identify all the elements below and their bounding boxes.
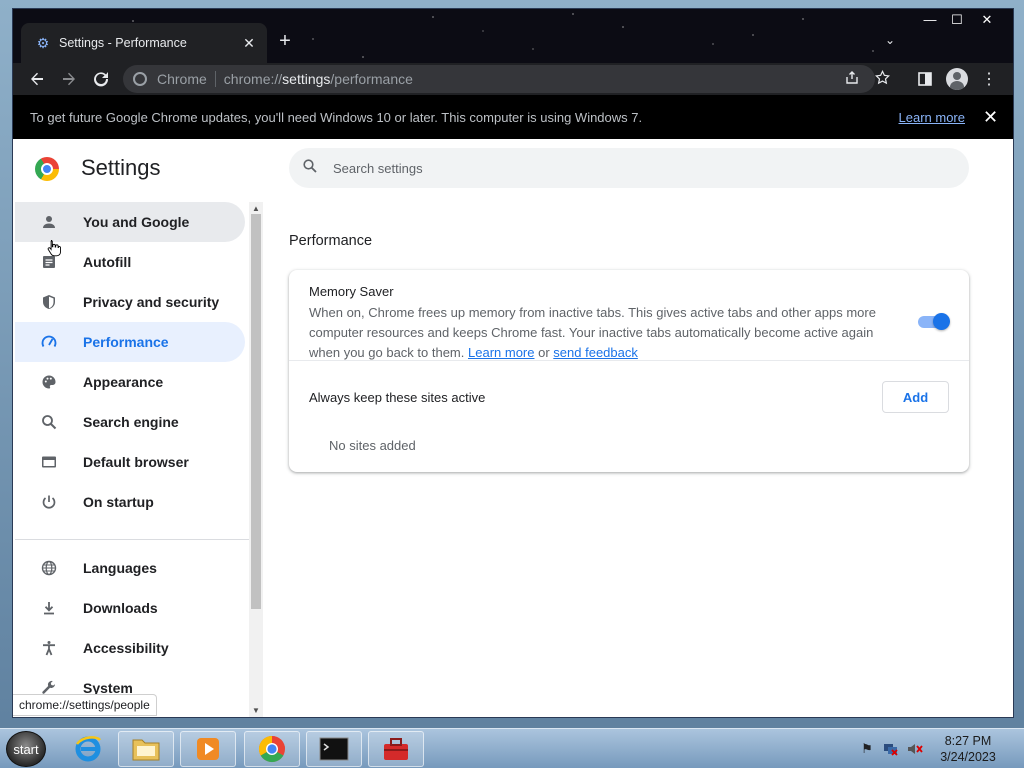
- new-tab-button[interactable]: +: [275, 31, 295, 51]
- memory-saver-title: Memory Saver: [309, 284, 394, 299]
- sidebar-item-on-startup[interactable]: On startup: [15, 482, 245, 522]
- sidebar-divider: [15, 539, 249, 540]
- send-feedback-link[interactable]: send feedback: [553, 345, 638, 360]
- scroll-up-arrow-icon[interactable]: ▲: [249, 204, 263, 213]
- browser-toolbar: Chrome chrome://settings/performance ⋮: [13, 63, 1013, 95]
- sidebar-item-you-and-google[interactable]: You and Google: [15, 202, 245, 242]
- power-icon: [39, 492, 59, 512]
- palette-icon: [39, 372, 59, 392]
- network-icon[interactable]: [883, 741, 899, 757]
- scroll-down-arrow-icon[interactable]: ▼: [249, 706, 263, 715]
- card-divider: [289, 360, 969, 361]
- sidebar-item-label: Search engine: [83, 414, 179, 430]
- chrome-logo: [35, 157, 59, 181]
- section-title: Performance: [289, 233, 373, 249]
- search-icon: [303, 159, 321, 177]
- accessibility-icon: [39, 638, 59, 658]
- infobar-learn-more-link[interactable]: Learn more: [899, 110, 965, 125]
- gear-icon: ⚙: [36, 35, 50, 51]
- internet-explorer-icon[interactable]: [60, 731, 116, 767]
- update-infobar: To get future Google Chrome updates, you…: [13, 95, 1013, 139]
- file-explorer-icon[interactable]: [118, 731, 174, 767]
- chrome-site-icon: [133, 72, 147, 86]
- tab-settings-performance[interactable]: ⚙ Settings - Performance ✕: [21, 23, 267, 63]
- sidebar-item-label: Privacy and security: [83, 294, 220, 310]
- sidebar-item-label: Default browser: [83, 454, 189, 470]
- menu-kebab-icon[interactable]: ⋮: [975, 63, 1003, 95]
- sidebar-item-label: Performance: [83, 334, 169, 350]
- sidebar-item-label: Languages: [83, 560, 157, 576]
- side-panel-icon[interactable]: [911, 63, 939, 95]
- url-text: chrome://settings/performance: [223, 71, 413, 87]
- windows-taskbar: start ⚑ 8:27 PM 3/24/2023: [0, 728, 1024, 768]
- settings-page: Settings You and Google Autofill Privacy…: [13, 139, 1013, 717]
- chrome-window: ⚙ Settings - Performance ✕ + ⌄ — ☐ ✕ Chr…: [12, 8, 1014, 718]
- sidebar-item-label: Accessibility: [83, 640, 169, 656]
- sidebar-item-search-engine[interactable]: Search engine: [15, 402, 245, 442]
- sidebar-item-privacy-and-security[interactable]: Privacy and security: [15, 282, 245, 322]
- media-player-icon[interactable]: [180, 731, 236, 767]
- bookmark-star-icon[interactable]: [874, 69, 891, 88]
- omnibox-divider: [214, 71, 216, 87]
- sidebar-item-label: On startup: [83, 494, 154, 510]
- profile-avatar[interactable]: [943, 63, 971, 95]
- search-icon: [39, 412, 59, 432]
- globe-icon: [39, 558, 59, 578]
- maximize-button[interactable]: ☐: [943, 11, 971, 31]
- always-active-label: Always keep these sites active: [309, 390, 486, 405]
- start-button[interactable]: start: [6, 731, 46, 767]
- action-center-flag-icon[interactable]: ⚑: [859, 741, 875, 757]
- minimize-button[interactable]: —: [916, 11, 944, 31]
- system-clock[interactable]: 8:27 PM 3/24/2023: [926, 733, 1010, 765]
- add-site-button[interactable]: Add: [882, 381, 949, 413]
- scrollbar-thumb[interactable]: [251, 214, 261, 609]
- search-input[interactable]: [333, 160, 933, 176]
- sidebar-item-downloads[interactable]: Downloads: [15, 588, 245, 628]
- person-icon: [39, 212, 59, 232]
- search-settings-box[interactable]: [289, 148, 969, 188]
- sidebar-item-label: You and Google: [83, 214, 190, 230]
- tab-close-icon[interactable]: ✕: [241, 35, 257, 52]
- speedometer-icon: [39, 332, 59, 352]
- memory-saver-description: When on, Chrome frees up memory from ina…: [309, 305, 876, 360]
- learn-more-link[interactable]: Learn more: [468, 345, 534, 360]
- clock-time: 8:27 PM: [944, 734, 992, 748]
- tab-title: Settings - Performance: [59, 36, 187, 50]
- memory-saver-toggle[interactable]: [918, 313, 950, 330]
- toolbox-icon[interactable]: [368, 731, 424, 767]
- sidebar-item-label: Downloads: [83, 600, 158, 616]
- clock-date: 3/24/2023: [940, 750, 996, 764]
- no-sites-text: No sites added: [329, 438, 416, 453]
- terminal-icon[interactable]: [306, 731, 362, 767]
- tab-search-icon[interactable]: ⌄: [885, 33, 895, 47]
- settings-sidebar: You and Google Autofill Privacy and secu…: [15, 202, 249, 717]
- close-window-button[interactable]: ✕: [973, 11, 1001, 31]
- browser-window-icon: [39, 452, 59, 472]
- sidebar-item-performance[interactable]: Performance: [15, 322, 245, 362]
- volume-muted-icon[interactable]: [907, 741, 923, 757]
- back-arrow-icon[interactable]: [21, 63, 53, 95]
- shield-icon: [39, 292, 59, 312]
- reload-icon[interactable]: [85, 63, 117, 95]
- status-bubble-url: chrome://settings/people: [13, 694, 157, 716]
- sidebar-item-accessibility[interactable]: Accessibility: [15, 628, 245, 668]
- hand-cursor-icon: [47, 240, 61, 257]
- download-icon: [39, 598, 59, 618]
- sidebar-item-label: Autofill: [83, 254, 132, 270]
- sidebar-item-languages[interactable]: Languages: [15, 548, 245, 588]
- chrome-taskbar-icon[interactable]: [244, 731, 300, 767]
- infobar-close-icon[interactable]: ✕: [983, 107, 998, 128]
- address-bar[interactable]: Chrome chrome://settings/performance: [123, 65, 891, 93]
- sidebar-item-default-browser[interactable]: Default browser: [15, 442, 245, 482]
- share-icon[interactable]: [845, 71, 859, 88]
- sidebar-item-label: Appearance: [83, 374, 164, 390]
- sidebar-scrollbar[interactable]: ▲ ▼: [249, 202, 263, 717]
- performance-card: Memory Saver When on, Chrome frees up me…: [289, 270, 969, 472]
- infobar-message: To get future Google Chrome updates, you…: [30, 109, 643, 125]
- sidebar-item-appearance[interactable]: Appearance: [15, 362, 245, 402]
- forward-arrow-icon[interactable]: [53, 63, 85, 95]
- page-title: Settings: [81, 155, 161, 180]
- site-label: Chrome: [157, 71, 207, 87]
- title-bar[interactable]: ⚙ Settings - Performance ✕ + ⌄ — ☐ ✕: [13, 9, 1013, 63]
